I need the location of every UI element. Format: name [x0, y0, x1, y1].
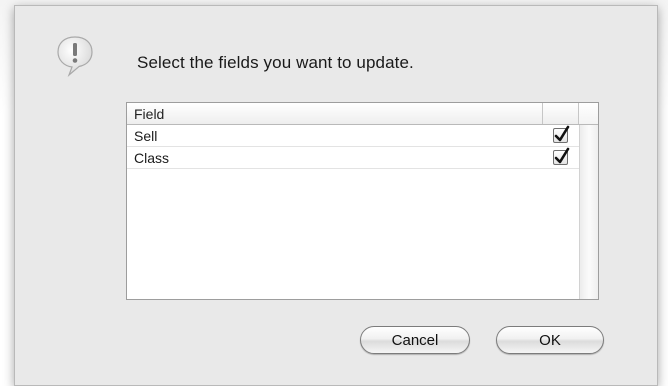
- field-name-class: Class: [134, 150, 170, 166]
- vertical-scrollbar[interactable]: [579, 125, 598, 299]
- cancel-button[interactable]: Cancel: [360, 326, 470, 354]
- checkbox-sell[interactable]: [553, 125, 570, 143]
- table-rows: Sell Class: [127, 125, 579, 169]
- checkbox-class[interactable]: [553, 147, 570, 165]
- field-name-sell: Sell: [134, 128, 158, 144]
- background: Select the fields you want to update. Fi…: [0, 0, 668, 386]
- ok-button[interactable]: OK: [496, 326, 604, 354]
- checkmark-icon: [554, 125, 570, 142]
- table-header: Field: [127, 103, 598, 125]
- header-corner: [579, 103, 598, 124]
- checkmark-icon: [554, 147, 570, 164]
- table-row[interactable]: Sell: [127, 125, 579, 147]
- column-header-checkbox[interactable]: [543, 103, 579, 124]
- fields-table: Field Sell Class: [126, 102, 599, 300]
- column-header-field[interactable]: Field: [127, 103, 543, 124]
- update-fields-dialog: Select the fields you want to update. Fi…: [14, 5, 658, 386]
- dialog-message: Select the fields you want to update.: [137, 53, 414, 72]
- alert-exclamation-icon: [55, 34, 95, 78]
- table-row[interactable]: Class: [127, 147, 579, 169]
